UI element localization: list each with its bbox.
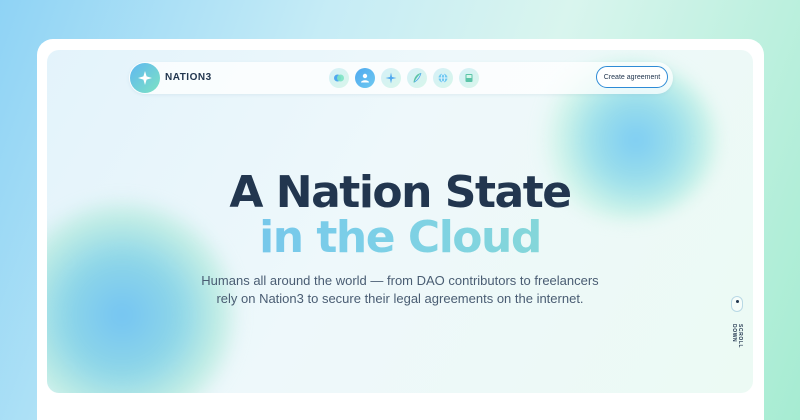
feather-icon[interactable] [407, 68, 427, 88]
brand-name[interactable]: NATION3 [165, 72, 212, 83]
hero-title-line1: A Nation State [229, 167, 572, 218]
scroll-dot [736, 300, 739, 303]
scroll-down-indicator[interactable] [731, 296, 743, 312]
hero-subtitle-line1: Humans all around the world — from DAO c… [201, 273, 599, 288]
book-icon[interactable] [459, 68, 479, 88]
nav-icon-group [329, 68, 479, 88]
user-icon[interactable] [355, 68, 375, 88]
create-agreement-button[interactable]: Create agreement [596, 66, 668, 88]
hero-subtitle: Humans all around the world — from DAO c… [47, 272, 753, 308]
top-navbar: NATION3 Create agreement [129, 62, 673, 94]
sparkle-icon[interactable] [381, 68, 401, 88]
hero-subtitle-line2: rely on Nation3 to secure their legal ag… [216, 291, 584, 306]
hero-title-line2: in the Cloud [47, 213, 753, 263]
globe-icon[interactable] [433, 68, 453, 88]
coin-icon[interactable] [329, 68, 349, 88]
scroll-down-label: SCROLL DOWN [731, 324, 743, 349]
sparkle-star-icon[interactable] [130, 63, 160, 93]
hero-card: NATION3 Create agreement A Nation State [47, 50, 753, 393]
